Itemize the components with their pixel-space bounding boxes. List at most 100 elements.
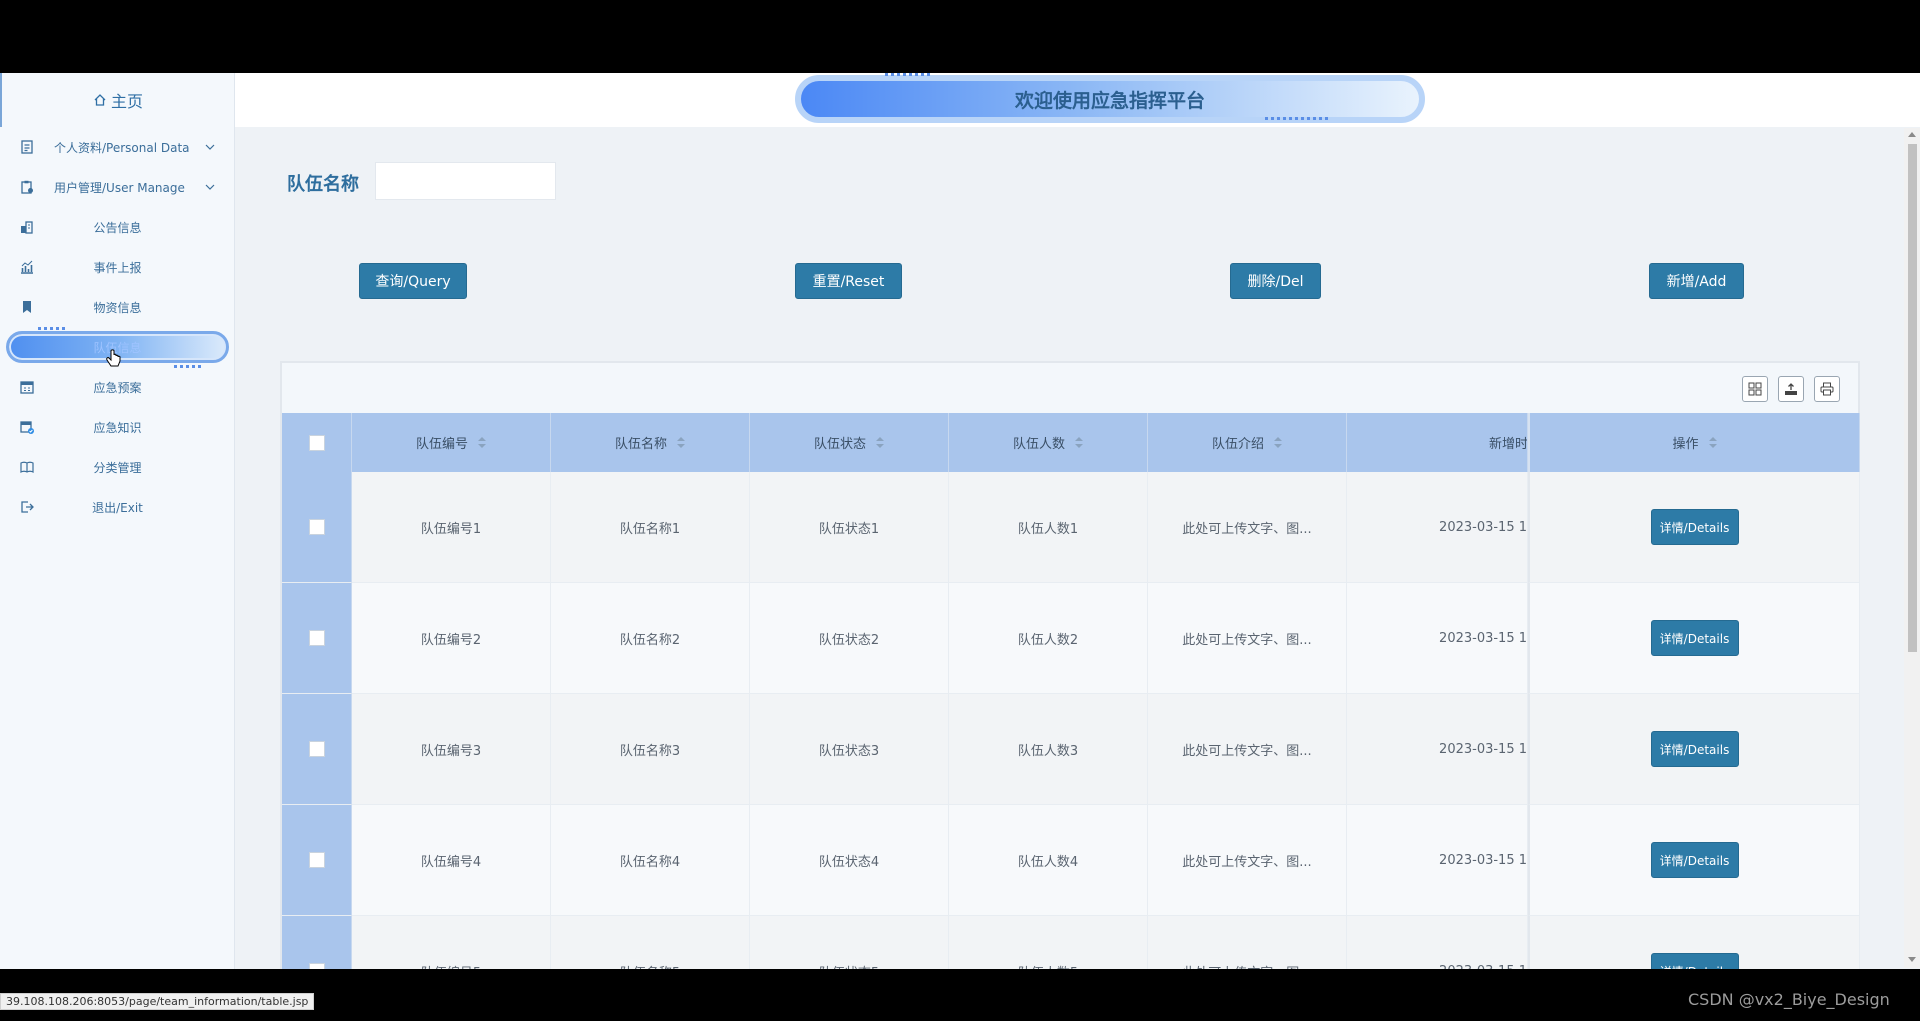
column-label: 队伍名称 [614, 437, 667, 452]
sidebar-item-emergency-knowledge[interactable]: 应急知识 [0, 407, 234, 447]
column-header[interactable]: 队伍介绍 [1148, 413, 1347, 472]
cell-text: 队伍编号3 [420, 743, 482, 759]
cell-text: 此处可上传文字、图... [1182, 632, 1312, 648]
details-button[interactable]: 详情/Details [1650, 953, 1739, 969]
column-label: 队伍编号 [415, 437, 468, 452]
sidebar-item-label: 公告信息 [93, 220, 142, 235]
sidebar-item-label: 应急预案 [93, 380, 142, 395]
sidebar-item-exit[interactable]: 退出/Exit [0, 487, 234, 527]
sidebar-item-emergency-plan[interactable]: 应急预案 [0, 367, 234, 407]
table-cell: 2023-03-15 1 [1347, 583, 1528, 694]
data-table: 队伍编号 队伍名称 队伍状态 队伍人数 队伍介绍 新增时间 操作 队伍编号1 队伍… [280, 361, 1860, 969]
column-label: 队伍状态 [813, 437, 866, 452]
chevron-down-icon [205, 144, 215, 150]
cell-text: 队伍状态3 [818, 743, 880, 759]
team-name-search-input[interactable] [375, 162, 556, 200]
scroll-down-arrow[interactable] [1908, 957, 1916, 962]
column-header[interactable]: 操作 [1528, 413, 1860, 472]
delete-button[interactable]: 删除/Del [1230, 263, 1321, 299]
row-checkbox[interactable] [308, 741, 325, 757]
cell-text: 2023-03-15 1 [1439, 519, 1527, 535]
sort-icon[interactable] [1075, 436, 1083, 449]
table-cell: 队伍编号5 [352, 916, 551, 969]
row-select-cell [282, 805, 352, 916]
sort-icon[interactable] [1274, 436, 1282, 449]
query-button[interactable]: 查询/Query [359, 263, 467, 299]
cell-text: 队伍名称3 [619, 743, 681, 759]
sidebar-item-announcements[interactable]: 公告信息 [0, 207, 234, 247]
grid-icon [1748, 382, 1762, 396]
table-cell: 2023-03-15 1 [1347, 916, 1528, 969]
sort-icon[interactable] [478, 436, 486, 449]
action-cell: 详情/Details [1528, 916, 1860, 969]
cell-text: 队伍人数4 [1017, 854, 1079, 870]
cell-text: 队伍编号1 [420, 521, 482, 537]
scroll-up-arrow[interactable] [1908, 132, 1916, 137]
action-cell: 详情/Details [1528, 805, 1860, 916]
main-content: 欢迎使用应急指挥平台 队伍名称 查询/Query 重置/Reset 删除/Del… [235, 73, 1920, 969]
export-icon [1785, 383, 1797, 395]
cell-text: 队伍人数5 [1018, 962, 1078, 970]
table-cell: 此处可上传文字、图... [1148, 805, 1347, 916]
details-button[interactable]: 详情/Details [1650, 842, 1739, 878]
row-checkbox[interactable] [308, 519, 325, 535]
row-checkbox[interactable] [308, 630, 325, 646]
sidebar-item-user-manage[interactable]: 用户管理/User Manage [0, 167, 234, 207]
table-cell: 队伍人数2 [949, 583, 1148, 694]
decor-dots [38, 327, 66, 330]
column-label: 队伍人数 [1012, 437, 1065, 452]
cell-text: 队伍名称5 [620, 962, 680, 970]
sidebar-item-label: 用户管理/User Manage [54, 180, 185, 195]
chevron-down-icon [205, 184, 215, 190]
table-cell: 2023-03-15 1 [1347, 472, 1528, 583]
cell-text: 队伍名称4 [619, 854, 681, 870]
column-header[interactable]: 新增时间 [1347, 413, 1528, 472]
column-header[interactable]: 队伍状态 [750, 413, 949, 472]
table-row: 队伍编号4 队伍名称4 队伍状态4 队伍人数4 此处可上传文字、图... 2023-03-… [282, 805, 1860, 916]
sidebar-item-event-report[interactable]: 事件上报 [0, 247, 234, 287]
sidebar-home[interactable]: 主页 [0, 73, 234, 127]
column-header[interactable]: 队伍名称 [551, 413, 750, 472]
home-label: 主页 [110, 92, 143, 111]
sidebar-item-label: 事件上报 [93, 260, 142, 275]
action-cell: 详情/Details [1528, 583, 1860, 694]
cell-text: 2023-03-15 1 [1439, 741, 1527, 757]
row-select-cell [282, 583, 352, 694]
details-button[interactable]: 详情/Details [1650, 509, 1739, 545]
details-button[interactable]: 详情/Details [1650, 731, 1739, 767]
sidebar-item-category-manage[interactable]: 分类管理 [0, 447, 234, 487]
table-cell: 队伍状态1 [750, 472, 949, 583]
columns-toggle-button[interactable] [1742, 376, 1768, 402]
sidebar-item-label: 退出/Exit [92, 500, 143, 515]
row-checkbox[interactable] [308, 852, 325, 868]
print-button[interactable] [1814, 376, 1840, 402]
table-row: 队伍编号2 队伍名称2 队伍状态2 队伍人数2 此处可上传文字、图... 2023-03-… [282, 583, 1860, 694]
details-button[interactable]: 详情/Details [1650, 620, 1739, 656]
cell-text: 队伍状态1 [818, 521, 880, 537]
table-cell: 队伍编号2 [352, 583, 551, 694]
sidebar-item-materials[interactable]: 物资信息 [0, 287, 234, 327]
add-button[interactable]: 新增/Add [1649, 263, 1744, 299]
cell-text: 队伍编号5 [421, 962, 481, 970]
scrollbar-thumb[interactable] [1908, 144, 1917, 652]
column-label: 队伍介绍 [1211, 437, 1264, 452]
select-all-checkbox[interactable] [308, 434, 325, 451]
table-cell: 队伍状态5 [750, 916, 949, 969]
column-header[interactable]: 队伍编号 [352, 413, 551, 472]
row-select-cell [282, 472, 352, 583]
sidebar-item-label: 个人资料/Personal Data [54, 140, 190, 155]
table-row: 队伍编号5 队伍名称5 队伍状态5 队伍人数5 此处可上传文字、图... 2023-03-… [282, 916, 1860, 969]
page-scrollbar[interactable] [1904, 128, 1920, 968]
cell-text: 队伍人数3 [1017, 743, 1079, 759]
column-header[interactable]: 队伍人数 [949, 413, 1148, 472]
sidebar-item-team-info[interactable]: 队伍信息 [6, 327, 229, 368]
reset-button[interactable]: 重置/Reset [795, 263, 902, 299]
sidebar-item-personal-data[interactable]: 个人资料/Personal Data [0, 127, 234, 167]
table-toolbar [282, 363, 1858, 413]
sort-icon[interactable] [1708, 436, 1717, 449]
export-button[interactable] [1778, 376, 1804, 402]
sort-icon[interactable] [677, 436, 685, 449]
table-cell: 队伍名称1 [551, 472, 750, 583]
sort-icon[interactable] [876, 436, 884, 449]
profile-doc-icon [21, 140, 33, 154]
